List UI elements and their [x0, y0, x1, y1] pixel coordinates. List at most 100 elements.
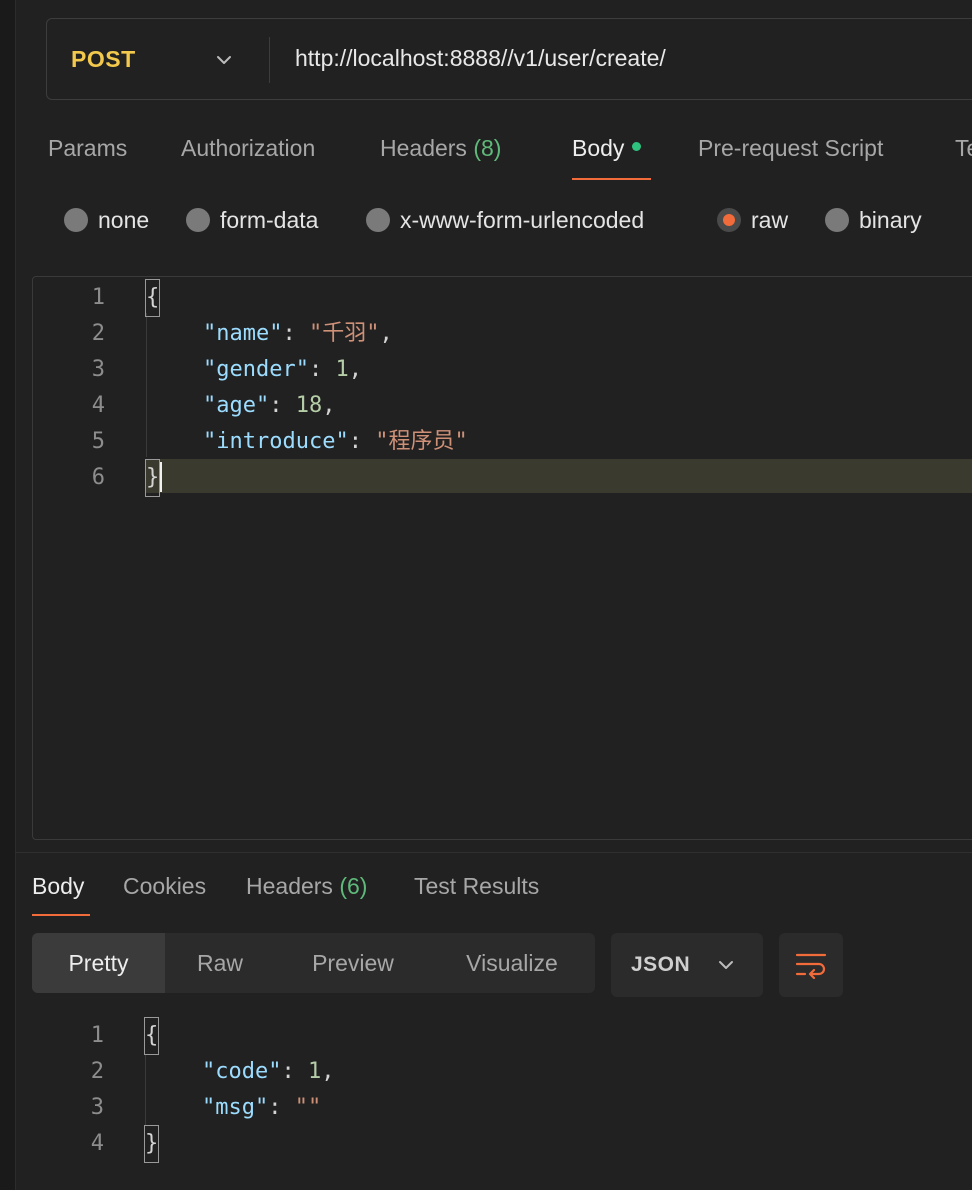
active-tab-underline — [572, 178, 651, 180]
method-select[interactable]: POST — [71, 19, 136, 99]
radio-button[interactable] — [64, 208, 88, 232]
chevron-down-icon[interactable] — [215, 51, 233, 69]
view-mode-visualize[interactable]: Visualize — [431, 933, 593, 993]
radio-button[interactable] — [825, 208, 849, 232]
json-key: "introduce" — [203, 429, 349, 454]
response-tab-headers[interactable]: Headers (6) — [246, 866, 367, 906]
request-tabs: Params Authorization Headers (8) Body Pr… — [0, 128, 972, 184]
line-number: 3 — [91, 357, 105, 382]
tab-label: Headers — [246, 873, 333, 899]
line-number: 6 — [91, 465, 105, 490]
code-text: "gender": 1, — [203, 352, 362, 388]
code-line: 4 } — [32, 1125, 972, 1163]
code-line: 6 } — [33, 459, 972, 497]
radio-label: none — [98, 207, 150, 233]
line-number: 4 — [91, 393, 105, 418]
tab-body[interactable]: Body — [572, 128, 642, 178]
code-text: } — [143, 1125, 160, 1163]
url-divider — [269, 37, 270, 83]
code-text: "msg": "" — [202, 1090, 321, 1126]
tab-label: Body — [572, 135, 625, 161]
response-body-viewer[interactable]: 1 { 2 "code": 1, 3 "msg": "" 4 } — [32, 1017, 972, 1190]
code-text: { — [143, 1017, 160, 1055]
code-text: } — [144, 459, 161, 497]
code-line: 1 { — [32, 1017, 972, 1055]
tab-label: Pre-request Script — [698, 135, 884, 161]
json-value: 1 — [307, 1059, 322, 1084]
request-response-divider[interactable] — [15, 852, 972, 853]
headers-count: (6) — [339, 873, 368, 899]
code-line: 2 "code": 1, — [32, 1054, 972, 1090]
json-key: "msg" — [202, 1095, 269, 1120]
format-select-value: JSON — [631, 953, 691, 976]
code-text: "age": 18, — [203, 388, 335, 424]
raw-format-dropdown-edge[interactable]: ​ — [966, 210, 972, 232]
tab-label: Params — [48, 135, 128, 161]
tab-label: Headers — [380, 135, 467, 161]
json-value: "程序员" — [375, 429, 468, 454]
chevron-down-icon — [719, 961, 733, 969]
json-key: "code" — [202, 1059, 282, 1084]
json-sep: : — [282, 321, 309, 346]
wrap-lines-button[interactable] — [779, 933, 843, 997]
view-mode-pretty[interactable]: Pretty — [32, 933, 165, 993]
tab-authorization[interactable]: Authorization — [181, 128, 315, 178]
radio-label: form-data — [220, 207, 319, 233]
json-sep: : — [308, 357, 336, 382]
body-type-options: none form-data x-www-form-urlencoded raw… — [0, 198, 972, 242]
json-key: "gender" — [203, 357, 309, 382]
code-line: 3 "gender": 1, — [33, 352, 972, 388]
json-value: 18 — [295, 393, 323, 418]
text-cursor — [160, 462, 162, 492]
radio-button[interactable] — [186, 208, 210, 232]
code-text: "introduce": "程序员" — [203, 424, 468, 460]
view-mode-preview[interactable]: Preview — [275, 933, 431, 993]
json-sep: : — [269, 393, 296, 418]
view-mode-segmented-control: Pretty Raw Preview Visualize — [32, 933, 595, 993]
tab-headers[interactable]: Headers (8) — [380, 128, 501, 178]
json-trail: , — [321, 1059, 335, 1084]
format-select[interactable]: JSON — [611, 933, 763, 997]
json-sep: : — [281, 1059, 308, 1084]
json-key: "name" — [203, 321, 283, 346]
code-line: 4 "age": 18, — [33, 388, 972, 424]
view-mode-raw[interactable]: Raw — [165, 933, 275, 993]
green-dot-indicator — [632, 142, 642, 152]
radio-button[interactable] — [366, 208, 390, 232]
code-line: 2 "name": "千羽", — [33, 316, 972, 352]
active-response-tab-underline — [32, 914, 90, 916]
headers-count: (8) — [473, 135, 502, 161]
tab-label: Authorization — [181, 135, 316, 161]
json-key: "age" — [203, 393, 270, 418]
tab-params[interactable]: Params — [48, 128, 127, 178]
radio-button-selected[interactable] — [717, 208, 741, 232]
request-body-editor[interactable]: 1 { 2 "name": "千羽", 3 "gender": 1, 4 "ag… — [32, 276, 972, 840]
radio-label: raw — [751, 207, 789, 233]
json-value: 1 — [335, 357, 349, 382]
tab-label: Te — [955, 135, 972, 161]
response-tab-test-results[interactable]: Test Results — [414, 866, 539, 906]
code-text: "name": "千羽", — [203, 316, 393, 352]
response-tab-cookies[interactable]: Cookies — [123, 866, 206, 906]
line-number: 1 — [90, 1023, 104, 1048]
json-trail: , — [322, 393, 336, 418]
tab-label: Cookies — [123, 873, 207, 899]
code-text: "code": 1, — [202, 1054, 334, 1090]
response-tab-body[interactable]: Body — [32, 866, 84, 906]
radio-label: x-www-form-urlencoded — [400, 207, 645, 233]
json-sep: : — [348, 429, 376, 454]
tab-label: Test Results — [414, 873, 540, 899]
line-number: 5 — [91, 429, 105, 454]
json-value: "" — [294, 1095, 322, 1120]
code-text: { — [144, 279, 161, 317]
json-trail: , — [348, 357, 362, 382]
request-url-bar: POST http://localhost:8888//v1/user/crea… — [46, 18, 972, 100]
line-number: 2 — [90, 1059, 104, 1084]
json-sep: : — [268, 1095, 295, 1120]
json-value: "千羽" — [308, 321, 380, 346]
tab-tests[interactable]: Te — [955, 128, 972, 178]
tab-pre-request-script[interactable]: Pre-request Script — [698, 128, 883, 178]
url-input[interactable]: http://localhost:8888//v1/user/create/ — [295, 19, 666, 99]
tab-label: Body — [32, 873, 85, 899]
line-number: 3 — [90, 1095, 104, 1120]
